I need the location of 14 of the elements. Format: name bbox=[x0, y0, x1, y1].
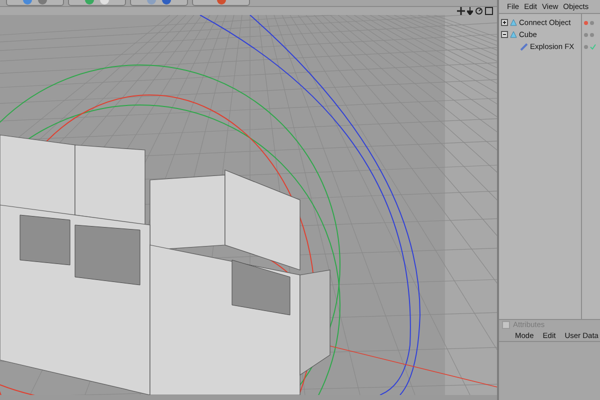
expand-toggle[interactable] bbox=[501, 31, 508, 38]
down-arrow-icon[interactable] bbox=[467, 6, 473, 15]
expand-toggle[interactable] bbox=[501, 19, 508, 26]
status-dot[interactable] bbox=[584, 44, 588, 48]
maximize-icon[interactable] bbox=[485, 6, 493, 15]
wand-icon bbox=[520, 42, 528, 50]
status-dot[interactable] bbox=[590, 32, 594, 36]
status-dot[interactable] bbox=[584, 20, 588, 24]
rotate-icon[interactable] bbox=[475, 6, 483, 15]
move-icon[interactable] bbox=[457, 6, 465, 15]
panel-grip bbox=[502, 320, 510, 328]
check-icon[interactable] bbox=[590, 44, 596, 50]
status-dot[interactable] bbox=[590, 20, 594, 24]
status-dot[interactable] bbox=[584, 32, 588, 36]
